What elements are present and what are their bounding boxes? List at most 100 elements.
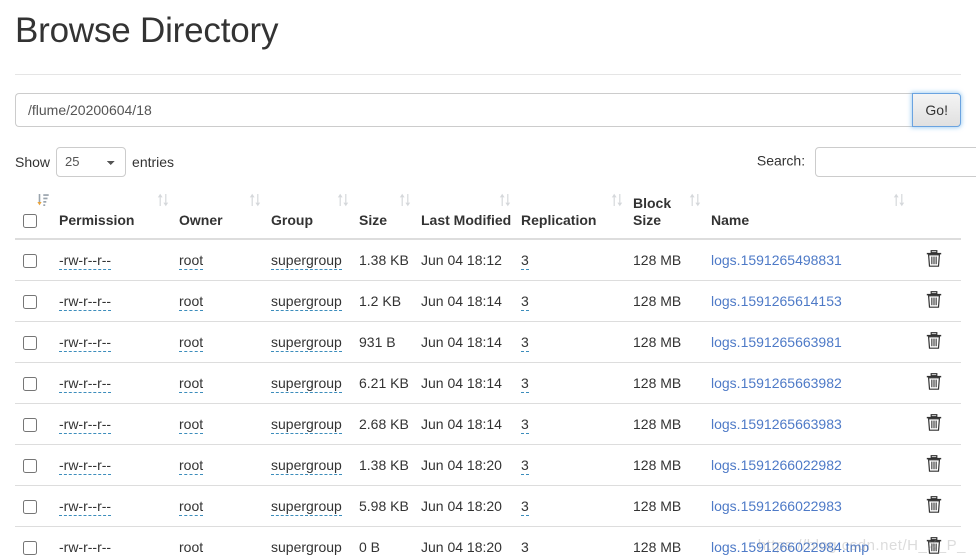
- replication-value[interactable]: 3: [521, 456, 529, 475]
- cell-replication: 3: [521, 361, 633, 403]
- trash-icon[interactable]: [926, 536, 942, 556]
- cell-name: logs.1591266022983: [711, 484, 915, 526]
- owner-value[interactable]: root: [179, 538, 204, 556]
- file-name-link[interactable]: logs.1591265498831: [711, 252, 842, 268]
- owner-value[interactable]: root: [179, 456, 204, 475]
- row-select-cell: [15, 279, 59, 321]
- cell-block-size: 128 MB: [633, 320, 711, 362]
- select-all-checkbox[interactable]: [23, 214, 37, 229]
- owner-value[interactable]: root: [179, 497, 204, 516]
- replication-value[interactable]: 3: [521, 415, 529, 434]
- cell-size: 931 B: [359, 320, 421, 362]
- owner-value[interactable]: root: [179, 251, 204, 270]
- column-header-replication[interactable]: Replication: [521, 186, 633, 240]
- group-value[interactable]: supergroup: [271, 251, 342, 270]
- permission-value[interactable]: -rw-r--r--: [59, 538, 112, 556]
- cell-actions: [915, 361, 961, 403]
- row-checkbox[interactable]: [23, 294, 37, 309]
- trash-icon[interactable]: [926, 413, 942, 433]
- page-length-select[interactable]: 25 50 100: [56, 146, 127, 177]
- replication-value[interactable]: 3: [521, 538, 529, 556]
- group-value[interactable]: supergroup: [271, 292, 342, 311]
- owner-value[interactable]: root: [179, 415, 204, 434]
- file-name-link[interactable]: logs.1591266022982: [711, 457, 842, 473]
- sort-icon: [249, 193, 261, 207]
- owner-value[interactable]: root: [179, 374, 204, 393]
- row-checkbox[interactable]: [23, 335, 37, 350]
- file-name-link[interactable]: logs.1591265663981: [711, 334, 842, 350]
- permission-value[interactable]: -rw-r--r--: [59, 456, 112, 475]
- column-header-select[interactable]: [15, 186, 59, 240]
- permission-value[interactable]: -rw-r--r--: [59, 374, 112, 393]
- cell-group: supergroup: [271, 320, 359, 362]
- group-value[interactable]: supergroup: [271, 456, 342, 475]
- trash-icon[interactable]: [926, 454, 942, 474]
- group-value[interactable]: supergroup: [271, 538, 342, 556]
- row-select-cell: [15, 484, 59, 526]
- permission-value[interactable]: -rw-r--r--: [59, 333, 112, 352]
- column-header-last-modified[interactable]: Last Modified: [421, 186, 521, 240]
- file-name-link[interactable]: logs.1591266022983: [711, 498, 842, 514]
- column-header-block-size[interactable]: Block Size: [633, 186, 711, 240]
- row-checkbox[interactable]: [23, 417, 37, 432]
- table-row: -rw-r--r-- root supergroup 0 B Jun 04 18:20 3…: [15, 525, 961, 556]
- permission-value[interactable]: -rw-r--r--: [59, 497, 112, 516]
- table-row: -rw-r--r-- root supergroup 2.68 KB Jun 04 18…: [15, 402, 961, 444]
- column-header-size[interactable]: Size: [359, 186, 421, 240]
- cell-replication: 3: [521, 525, 633, 556]
- column-header-name[interactable]: Name: [711, 186, 915, 240]
- permission-value[interactable]: -rw-r--r--: [59, 251, 112, 270]
- row-checkbox[interactable]: [23, 499, 37, 514]
- title-divider: [15, 73, 961, 75]
- owner-value[interactable]: root: [179, 333, 204, 352]
- trash-icon[interactable]: [926, 249, 942, 269]
- trash-icon[interactable]: [926, 331, 942, 351]
- column-header-group[interactable]: Group: [271, 186, 359, 240]
- column-header-permission[interactable]: Permission: [59, 186, 179, 240]
- replication-value[interactable]: 3: [521, 251, 529, 270]
- trash-icon[interactable]: [926, 290, 942, 310]
- owner-value[interactable]: root: [179, 292, 204, 311]
- cell-size: 1.2 KB: [359, 279, 421, 321]
- cell-actions: [915, 320, 961, 362]
- replication-value[interactable]: 3: [521, 497, 529, 516]
- row-checkbox[interactable]: [23, 540, 37, 555]
- directory-path-input[interactable]: [15, 92, 913, 127]
- cell-permission: -rw-r--r--: [59, 402, 179, 444]
- replication-value[interactable]: 3: [521, 292, 529, 311]
- go-button[interactable]: Go!: [912, 92, 961, 127]
- row-checkbox[interactable]: [23, 458, 37, 473]
- file-name-link[interactable]: logs.1591266022984.tmp: [711, 539, 869, 555]
- cell-block-size: 128 MB: [633, 525, 711, 556]
- trash-icon[interactable]: [926, 495, 942, 515]
- cell-block-size: 128 MB: [633, 279, 711, 321]
- group-value[interactable]: supergroup: [271, 333, 342, 352]
- search-input[interactable]: [815, 146, 976, 177]
- cell-actions: [915, 402, 961, 444]
- group-value[interactable]: supergroup: [271, 374, 342, 393]
- file-name-link[interactable]: logs.1591265663983: [711, 416, 842, 432]
- row-checkbox[interactable]: [23, 376, 37, 391]
- entries-label: entries: [132, 153, 175, 170]
- cell-owner: root: [179, 484, 271, 526]
- row-checkbox[interactable]: [23, 253, 37, 268]
- trash-icon[interactable]: [926, 372, 942, 392]
- group-value[interactable]: supergroup: [271, 497, 342, 516]
- cell-name: logs.1591265498831: [711, 239, 915, 281]
- replication-value[interactable]: 3: [521, 374, 529, 393]
- file-name-link[interactable]: logs.1591265614153: [711, 293, 842, 309]
- cell-last-modified: Jun 04 18:14: [421, 361, 521, 403]
- column-header-owner[interactable]: Owner: [179, 186, 271, 240]
- row-select-cell: [15, 443, 59, 485]
- file-name-link[interactable]: logs.1591265663982: [711, 375, 842, 391]
- cell-owner: root: [179, 402, 271, 444]
- group-value[interactable]: supergroup: [271, 415, 342, 434]
- permission-value[interactable]: -rw-r--r--: [59, 415, 112, 434]
- cell-group: supergroup: [271, 484, 359, 526]
- column-header-label: Permission: [59, 212, 135, 228]
- cell-actions: [915, 279, 961, 321]
- cell-permission: -rw-r--r--: [59, 443, 179, 485]
- replication-value[interactable]: 3: [521, 333, 529, 352]
- permission-value[interactable]: -rw-r--r--: [59, 292, 112, 311]
- table-controls: Show 25 50 100 entries Search:: [15, 146, 976, 177]
